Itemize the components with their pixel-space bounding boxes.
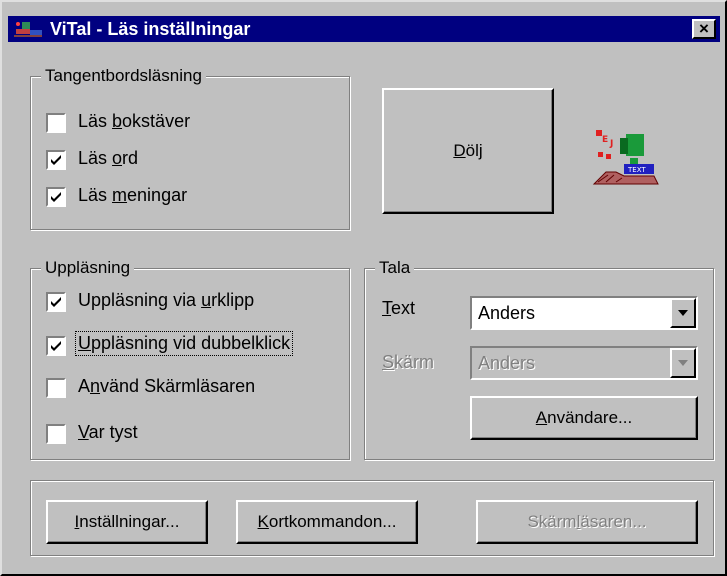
label-hotkey: o — [112, 148, 123, 168]
read-sentences-checkbox[interactable] — [46, 187, 66, 207]
label-part: rklipp — [211, 290, 255, 310]
checkmark-icon — [51, 192, 61, 202]
label-hotkey: U — [78, 333, 91, 353]
checkmark-icon — [51, 155, 61, 165]
read-sentences-label[interactable]: Läs meningar — [78, 185, 187, 206]
read-letters-label[interactable]: Läs bokstäver — [78, 111, 190, 132]
label-part: vänd Skärmläsaren — [100, 376, 256, 396]
close-button[interactable]: × — [692, 19, 716, 39]
screen-voice-dropdown-button — [670, 348, 696, 378]
window-title: ViTal - Läs inställningar — [50, 19, 251, 39]
title-bar[interactable]: ViTal - Läs inställningar × — [8, 16, 720, 42]
use-screenreader-label[interactable]: Använd Skärmläsaren — [78, 376, 255, 397]
text-voice-select[interactable]: Anders — [470, 296, 698, 330]
label-hotkey: S — [382, 352, 395, 372]
read-aloud-legend: Uppläsning — [41, 258, 135, 278]
chevron-down-icon — [678, 310, 688, 316]
vital-logo-icon: E J TEXT — [588, 128, 660, 188]
keyboard-reading-legend: Tangentbordsläsning — [41, 66, 206, 86]
text-voice-dropdown-button[interactable] — [670, 298, 696, 328]
read-on-doubleclick-label[interactable]: Uppläsning vid dubbelklick — [74, 331, 294, 356]
label-part: eningar — [127, 185, 188, 205]
screen-voice-select: Anders — [470, 346, 698, 380]
label-part: ölj — [465, 141, 483, 160]
vital-app-icon — [14, 20, 44, 38]
speak-legend: Tala — [375, 258, 415, 278]
checkmark-icon — [51, 297, 61, 307]
screenreader-button: Skärmläsaren... — [476, 500, 698, 544]
label-hotkey: K — [257, 512, 269, 531]
be-quiet-checkbox[interactable] — [46, 424, 66, 444]
label-part: ppläsning vid dubbelklick — [91, 333, 291, 353]
close-icon: × — [699, 19, 709, 38]
dialog-window: ViTal - Läs inställningar × Tangentbords… — [0, 0, 727, 576]
chevron-down-icon — [678, 360, 688, 366]
label-part: ar tyst — [88, 422, 138, 442]
label-hotkey: n — [90, 376, 101, 396]
users-button[interactable]: Användare... — [470, 396, 698, 440]
label-part: Läs — [78, 111, 113, 131]
label-part: ortkommandon... — [268, 512, 397, 531]
text-voice-label: Text — [382, 298, 415, 319]
shortcuts-button[interactable]: Kortkommandon... — [236, 500, 418, 544]
label-part: ext — [391, 298, 416, 318]
read-on-doubleclick-checkbox[interactable] — [46, 336, 66, 356]
label-hotkey: V — [78, 422, 89, 442]
label-part: Uppläsning via — [78, 290, 202, 310]
hide-button[interactable]: Dölj — [382, 88, 554, 214]
screen-voice-value: Anders — [478, 353, 536, 373]
settings-button[interactable]: Inställningar... — [46, 500, 208, 544]
label-part: okstäver — [122, 111, 191, 131]
screen-voice-label: Skärm — [382, 352, 434, 373]
label-hotkey: D — [453, 141, 466, 160]
label-hotkey: m — [112, 185, 128, 205]
label-part: nvändare... — [547, 408, 633, 427]
label-hotkey: T — [382, 298, 391, 318]
read-words-checkbox[interactable] — [46, 150, 66, 170]
be-quiet-label[interactable]: Var tyst — [78, 422, 138, 443]
use-screenreader-checkbox[interactable] — [46, 378, 66, 398]
text-voice-value: Anders — [478, 303, 536, 323]
svg-text:TEXT: TEXT — [627, 166, 646, 174]
label-part: Läs — [78, 148, 113, 168]
label-part: nställningar... — [79, 512, 180, 531]
read-via-clipboard-label[interactable]: Uppläsning via urklipp — [78, 290, 254, 311]
read-words-label[interactable]: Läs ord — [78, 148, 138, 169]
label-hotkey: A — [535, 408, 548, 427]
label-part: A — [78, 376, 91, 396]
read-letters-checkbox[interactable] — [46, 113, 66, 133]
svg-text:E: E — [602, 135, 608, 145]
label-hotkey: b — [112, 111, 123, 131]
read-via-clipboard-checkbox[interactable] — [46, 292, 66, 312]
label-hotkey: u — [201, 290, 212, 310]
label-part: kärm — [394, 352, 435, 372]
label-part: Skärm — [527, 512, 577, 531]
label-part: äsaren... — [580, 512, 647, 531]
checkmark-icon — [51, 341, 61, 351]
label-part: Läs — [78, 185, 113, 205]
svg-text:J: J — [609, 139, 613, 149]
label-part: rd — [122, 148, 139, 168]
